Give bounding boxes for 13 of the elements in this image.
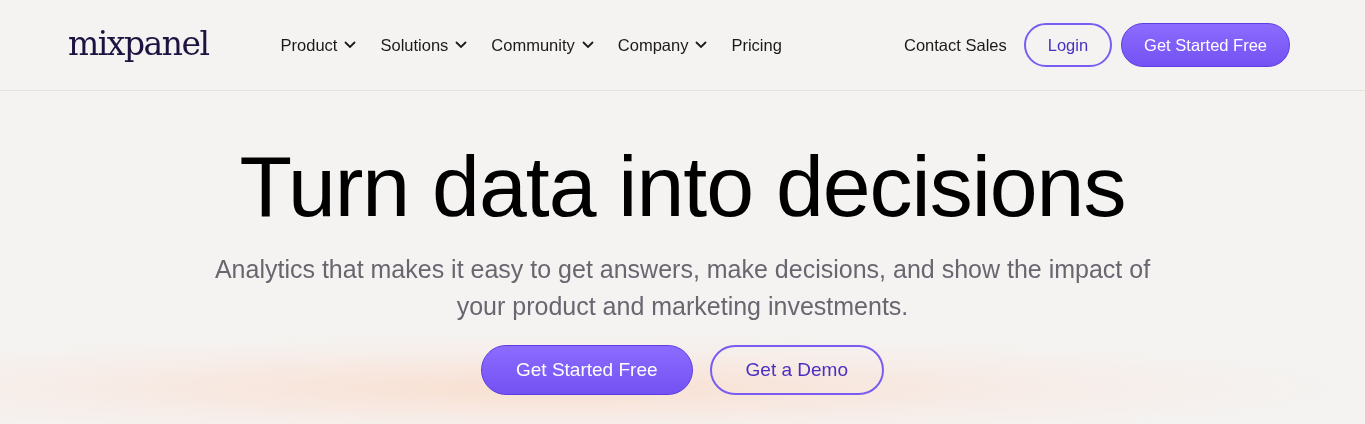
nav-menu-item[interactable]: Company: [617, 32, 708, 58]
demo-button[interactable]: Get a Demo: [709, 345, 884, 395]
logo[interactable]: mixpanel: [68, 26, 209, 60]
contact-sales-link[interactable]: Contact Sales: [904, 32, 1007, 58]
nav-menu-item[interactable]: Product: [280, 32, 357, 58]
get-started-button[interactable]: Get Started Free: [481, 345, 693, 395]
nav-menu-item[interactable]: Community: [491, 32, 594, 58]
hero-title: Turn data into decisions: [238, 143, 1127, 229]
login-button[interactable]: Login: [1023, 23, 1113, 67]
get-started-button[interactable]: Get Started Free: [1121, 23, 1290, 67]
hero-subtitle: Analytics that makes it easy to get answers, make decisions, and show the impact of your product and marketing investments.: [213, 254, 1152, 322]
nav-menu-item[interactable]: Pricing: [731, 32, 782, 58]
nav-menu-item[interactable]: Solutions: [380, 32, 468, 58]
